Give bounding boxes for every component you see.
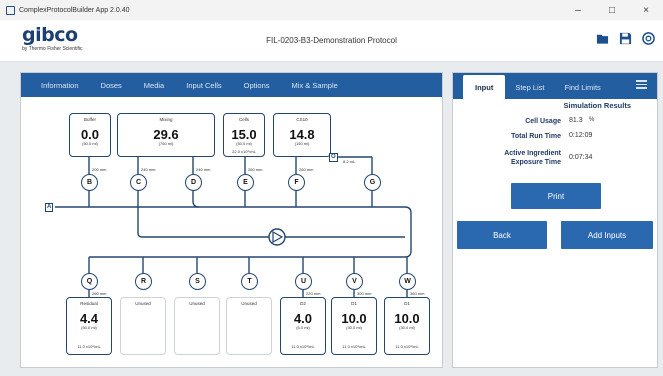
valve-node-g[interactable]: G (364, 174, 381, 191)
source-box-mixing[interactable]: Mixing 29.6 (750 ml) (117, 113, 215, 157)
output-box-unused-r[interactable]: Unused (120, 297, 166, 355)
tag-o[interactable]: O (329, 153, 338, 162)
simulation-tabs: Input Step List Find Limits (453, 73, 657, 99)
output-box-d1-w[interactable]: D1 10.0 (30.0 ml) 11.0 x10⁶/mL (384, 297, 430, 355)
output-box-d1-v[interactable]: D1 10.0 (30.0 ml) 11.0 x10⁶/mL (331, 297, 377, 355)
tab-find-limits[interactable]: Find Limits (555, 83, 611, 99)
valve-node-e[interactable]: E (237, 174, 254, 191)
add-inputs-button[interactable]: Add Inputs (561, 221, 653, 249)
source-box-cells[interactable]: Cells 15.0 (50.0 ml) 22.0 x10⁶/mL (223, 113, 265, 157)
app-header: gibco by Thermo Fisher Scientific FIL-02… (0, 20, 663, 62)
tab-information[interactable]: Information (41, 81, 79, 90)
tab-mix-sample[interactable]: Mix & Sample (292, 81, 338, 90)
tab-media[interactable]: Media (144, 81, 164, 90)
output-box-unused-s[interactable]: Unused (174, 297, 220, 355)
app-icon (6, 5, 15, 15)
minimize-button[interactable]: – (561, 0, 595, 20)
simulation-panel: Input Step List Find Limits Simulation R… (452, 72, 658, 368)
valve-node-w[interactable]: W (399, 273, 416, 290)
maximize-button[interactable]: □ (595, 0, 629, 20)
tab-step-list[interactable]: Step List (505, 83, 554, 99)
window-title: ComplexProtocolBuilder App 2.0.40 (19, 6, 130, 14)
simulation-results-heading: Simulation Results (563, 101, 631, 110)
tube-length-w: 360 mm (410, 291, 425, 296)
output-box-d2[interactable]: D2 4.0 (5.0 ml) 11.0 x10⁶/mL (280, 297, 326, 355)
title-bar: ComplexProtocolBuilder App 2.0.40 – □ × (0, 0, 663, 20)
tab-input[interactable]: Input (463, 75, 506, 99)
output-box-unused-t[interactable]: Unused (226, 297, 272, 355)
tube-length-b: 200 mm (92, 167, 107, 172)
protocol-tabs: Information Doses Media Input Cells Opti… (21, 73, 442, 97)
source-box-cs10[interactable]: CS10 14.8 (150 ml) (273, 113, 331, 157)
tab-options[interactable]: Options (244, 81, 270, 90)
protocol-title: FIL-0203-B3-Demonstration Protocol (266, 36, 397, 45)
tube-length-f: 260 mm (299, 167, 314, 172)
valve-node-r[interactable]: R (135, 273, 152, 290)
valve-node-q[interactable]: Q (81, 273, 98, 290)
source-box-buffer[interactable]: Buffer 0.0 (50.0 ml) (69, 113, 111, 157)
tube-length-e: 260 mm (248, 167, 263, 172)
tube-length-u: 220 mm (306, 291, 321, 296)
valve-node-t[interactable]: T (241, 273, 258, 290)
tab-doses[interactable]: Doses (101, 81, 122, 90)
valve-node-b[interactable]: B (81, 174, 98, 191)
tube-length-q: 260 mm (92, 291, 107, 296)
valve-node-d[interactable]: D (185, 174, 202, 191)
menu-icon[interactable] (636, 80, 647, 89)
pump-icon (268, 228, 286, 246)
tube-length-d: 240 mm (196, 167, 211, 172)
valve-node-s[interactable]: S (189, 273, 206, 290)
folder-icon[interactable] (596, 32, 609, 45)
tab-input-cells[interactable]: Input Cells (186, 81, 221, 90)
tube-length-c: 240 mm (141, 167, 156, 172)
back-button[interactable]: Back (457, 221, 547, 249)
flow-diagram: Buffer 0.0 (50.0 ml) Mixing 29.6 (750 ml… (21, 97, 442, 367)
output-box-residual[interactable]: Residual 4.4 (50.0 ml) 11.0 x10⁶/mL (66, 297, 112, 355)
valve-node-f[interactable]: F (288, 174, 305, 191)
protocol-panel: Information Doses Media Input Cells Opti… (20, 72, 443, 368)
valve-node-u[interactable]: U (295, 273, 312, 290)
volume-label-g: 8.2 mL (343, 159, 356, 164)
valve-node-c[interactable]: C (130, 174, 147, 191)
valve-node-v[interactable]: V (346, 273, 363, 290)
tag-a[interactable]: A (45, 203, 54, 212)
save-icon[interactable] (619, 32, 632, 45)
help-icon[interactable] (642, 32, 655, 45)
close-button[interactable]: × (629, 0, 663, 20)
tube-length-v: 300 mm (357, 291, 372, 296)
print-button[interactable]: Print (511, 183, 601, 209)
